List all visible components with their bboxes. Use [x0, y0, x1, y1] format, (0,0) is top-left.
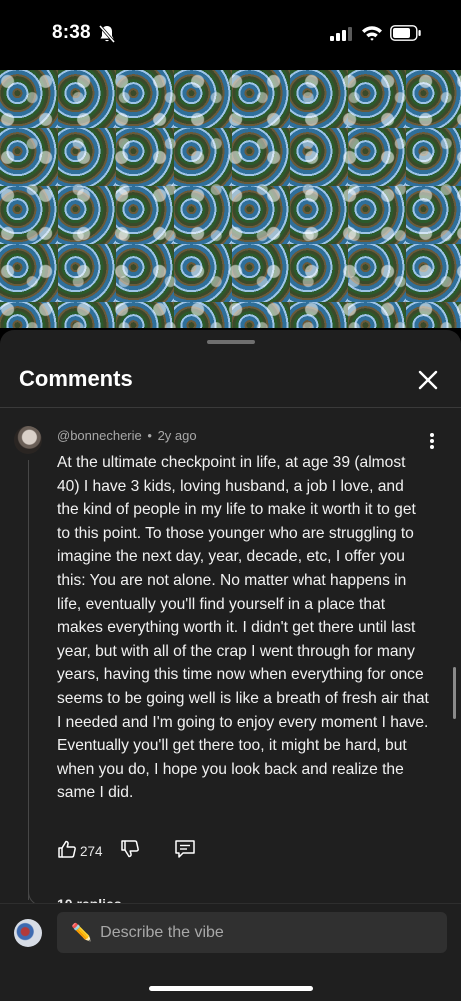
comment-age: 2y ago [157, 428, 197, 443]
avatar[interactable] [14, 426, 42, 454]
status-bar: 8:38 [0, 0, 461, 70]
reply-button[interactable] [174, 839, 196, 864]
clock-time: 8:38 [52, 22, 91, 43]
sheet-title: Comments [19, 366, 133, 391]
like-count: 274 [80, 843, 103, 859]
pencil-icon: ✏️ [71, 922, 93, 942]
user-avatar[interactable] [14, 919, 42, 947]
drag-handle[interactable] [207, 340, 255, 344]
thumbs-up-icon [57, 839, 77, 864]
home-indicator[interactable] [149, 986, 313, 991]
comments-sheet: Comments @bonnecherie • 2y ago At the ul… [0, 330, 461, 1000]
bell-off-icon [98, 24, 116, 49]
thumbs-down-icon [120, 839, 140, 864]
dislike-button[interactable] [120, 839, 140, 864]
cellular-signal-icon [330, 27, 352, 46]
like-button[interactable]: 274 [57, 839, 103, 864]
scrollbar[interactable] [453, 667, 456, 719]
wifi-icon [361, 25, 383, 46]
video-player[interactable] [0, 70, 461, 328]
thread-line [28, 460, 29, 900]
battery-icon [390, 25, 422, 46]
comment-text: At the ultimate checkpoint in life, at a… [57, 454, 429, 802]
comment-input[interactable]: ✏️ Describe the vibe [57, 912, 447, 953]
meta-separator: • [147, 428, 152, 443]
comment-meta: @bonnecherie • 2y ago [57, 428, 197, 443]
comment-author[interactable]: @bonnecherie [57, 428, 142, 443]
comment-actions: 274 [57, 839, 196, 864]
more-options-icon[interactable] [426, 430, 438, 452]
divider [0, 407, 461, 408]
comment-bubble-icon [174, 839, 196, 864]
comment-composer: ✏️ Describe the vibe [0, 903, 461, 1001]
close-icon[interactable] [414, 366, 442, 394]
comment-input-placeholder: Describe the vibe [100, 923, 224, 941]
